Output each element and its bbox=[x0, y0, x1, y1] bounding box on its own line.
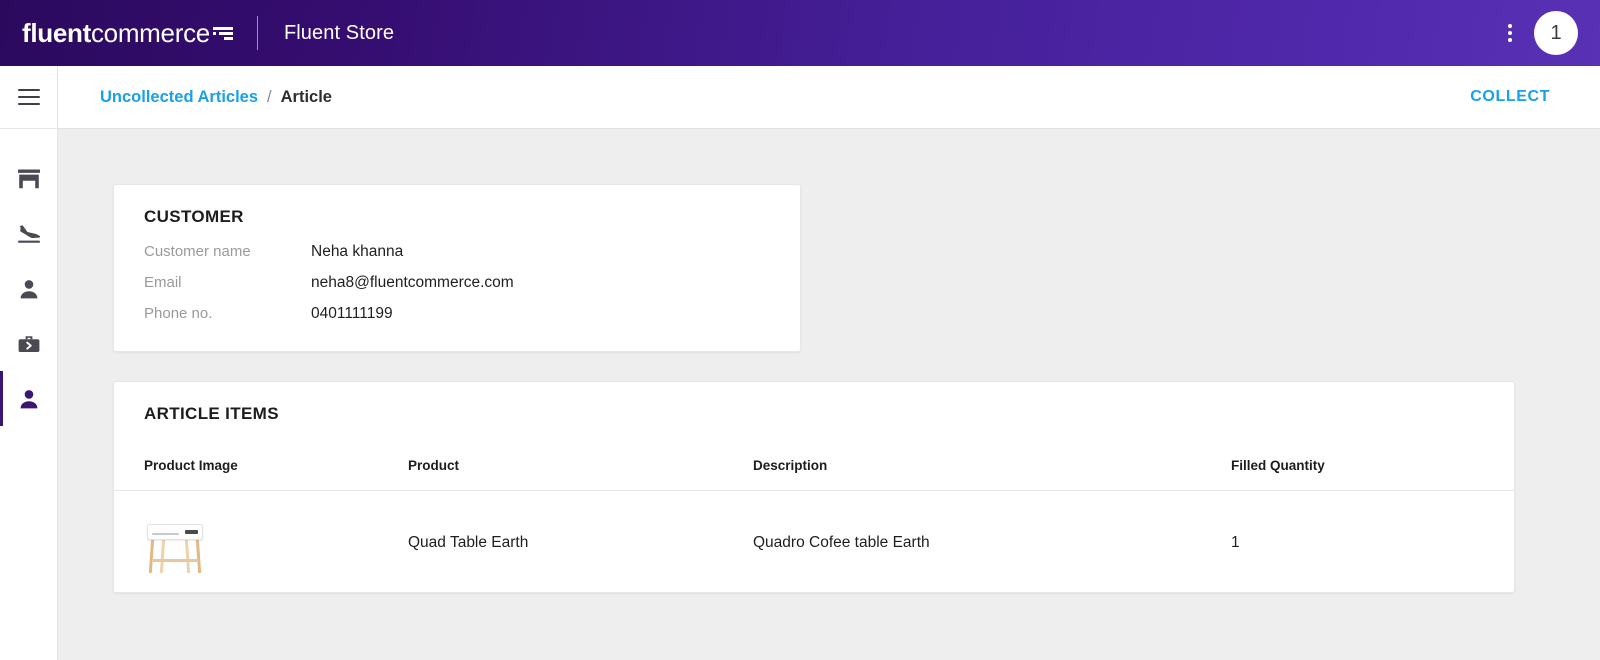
sidebar-item-jobs[interactable] bbox=[0, 316, 58, 371]
top-header-bar: fluentcommerce Fluent Store 1 bbox=[0, 0, 1600, 66]
breadcrumb-separator: / bbox=[267, 88, 272, 107]
sidebar-item-uncollected-articles[interactable] bbox=[0, 371, 58, 426]
sidebar-active-indicator bbox=[0, 316, 3, 371]
sidebar-active-indicator bbox=[0, 206, 3, 261]
field-label: Email bbox=[144, 274, 311, 291]
table-row[interactable]: Quad Table Earth Quadro Cofee table Eart… bbox=[114, 491, 1516, 595]
field-value: neha8@fluentcommerce.com bbox=[311, 274, 514, 292]
brand-logo-bold: fluent bbox=[22, 20, 91, 46]
article-items-card: ARTICLE ITEMS Product Image Product Desc… bbox=[113, 381, 1515, 593]
hamburger-menu-button[interactable] bbox=[0, 66, 58, 129]
sidebar-nav-list bbox=[0, 129, 57, 426]
app-root: fluentcommerce Fluent Store 1 bbox=[0, 0, 1600, 660]
app-title: Fluent Store bbox=[284, 22, 394, 45]
field-label: Customer name bbox=[144, 243, 311, 260]
breadcrumb-current: Article bbox=[281, 88, 332, 107]
column-header-product-image: Product Image bbox=[114, 440, 408, 491]
brand-logo-text: fluentcommerce bbox=[22, 20, 233, 46]
cell-product-image bbox=[114, 491, 408, 595]
table-header: Product Image Product Description Filled… bbox=[114, 440, 1516, 491]
person-filled-icon bbox=[17, 387, 41, 411]
cell-product: Quad Table Earth bbox=[408, 491, 753, 595]
avatar[interactable]: 1 bbox=[1534, 11, 1578, 55]
plane-landing-icon bbox=[15, 222, 43, 246]
table-header-row: Product Image Product Description Filled… bbox=[114, 440, 1516, 491]
breadcrumb-parent-link[interactable]: Uncollected Articles bbox=[100, 88, 258, 107]
column-header-filled-quantity: Filled Quantity bbox=[1231, 440, 1516, 491]
header-right-actions: 1 bbox=[1498, 11, 1578, 55]
field-label: Phone no. bbox=[144, 305, 311, 322]
customer-field-phone: Phone no. 0401111199 bbox=[144, 305, 770, 336]
customer-field-email: Email neha8@fluentcommerce.com bbox=[144, 274, 770, 305]
sidebar-item-inbound[interactable] bbox=[0, 206, 58, 261]
fluent-logo-mark-icon bbox=[213, 25, 233, 43]
hamburger-menu-icon bbox=[18, 89, 40, 105]
column-header-description: Description bbox=[753, 440, 1231, 491]
customer-field-name: Customer name Neha khanna bbox=[144, 243, 770, 274]
article-items-table: Product Image Product Description Filled… bbox=[114, 440, 1516, 595]
header-divider bbox=[257, 16, 258, 50]
article-items-title: ARTICLE ITEMS bbox=[144, 404, 1484, 424]
field-value: Neha khanna bbox=[311, 243, 403, 261]
left-sidebar bbox=[0, 66, 58, 660]
store-icon bbox=[16, 167, 42, 191]
more-vertical-icon[interactable] bbox=[1498, 20, 1522, 46]
sidebar-active-indicator bbox=[0, 261, 3, 316]
customer-card-title: CUSTOMER bbox=[144, 207, 770, 227]
main-content: CUSTOMER Customer name Neha khanna Email… bbox=[58, 129, 1600, 660]
breadcrumb-bar: Uncollected Articles / Article COLLECT bbox=[58, 66, 1600, 129]
collect-button[interactable]: COLLECT bbox=[1466, 82, 1554, 112]
person-icon bbox=[17, 277, 41, 301]
table-body: Quad Table Earth Quadro Cofee table Eart… bbox=[114, 491, 1516, 595]
brand-logo-light: commerce bbox=[91, 20, 210, 46]
sidebar-active-indicator bbox=[0, 151, 3, 206]
brand-logo[interactable]: fluentcommerce bbox=[22, 0, 233, 66]
article-items-header: ARTICLE ITEMS bbox=[114, 382, 1514, 424]
sidebar-active-indicator bbox=[0, 371, 3, 426]
cell-description: Quadro Cofee table Earth bbox=[753, 491, 1231, 595]
customer-card: CUSTOMER Customer name Neha khanna Email… bbox=[113, 184, 801, 352]
cell-filled-quantity: 1 bbox=[1231, 491, 1516, 595]
breadcrumb: Uncollected Articles / Article bbox=[100, 88, 332, 107]
sidebar-item-store[interactable] bbox=[0, 151, 58, 206]
field-value: 0401111199 bbox=[311, 305, 393, 323]
table-product-thumbnail-icon bbox=[144, 512, 206, 574]
column-header-product: Product bbox=[408, 440, 753, 491]
sidebar-item-customer[interactable] bbox=[0, 261, 58, 316]
briefcase-chevron-icon bbox=[16, 332, 42, 356]
